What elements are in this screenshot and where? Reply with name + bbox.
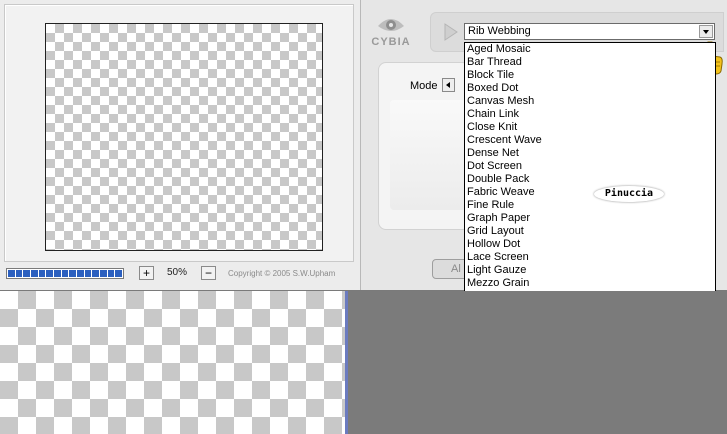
preset-select[interactable]: Rib Webbing — [464, 23, 715, 40]
dropdown-item[interactable]: Dense Net — [465, 147, 715, 160]
dropdown-item[interactable]: Boxed Dot — [465, 82, 715, 95]
dropdown-item[interactable]: Hollow Dot — [465, 238, 715, 251]
plugin-window: + 50% − Copyright © 2005 S.W.Upham CYBIA… — [0, 0, 727, 434]
dropdown-item[interactable]: Light Gauze — [465, 264, 715, 277]
logo-text: CYBIA — [371, 36, 411, 48]
progress-segment — [23, 270, 31, 277]
dropdown-item[interactable]: Double Pack — [465, 173, 715, 186]
mode-panel-inner — [390, 100, 466, 210]
dropdown-item[interactable]: Mezzo Grain — [465, 277, 715, 290]
progress-bar — [6, 268, 124, 279]
progress-segment — [107, 270, 115, 277]
mode-label: Mode — [410, 80, 438, 92]
copyright-text: Copyright © 2005 S.W.Upham — [228, 269, 336, 278]
progress-segment — [54, 270, 61, 277]
dropdown-item[interactable]: Fabric Weave — [465, 186, 715, 199]
progress-segment — [8, 270, 15, 277]
cybia-logo: CYBIA — [368, 12, 414, 56]
progress-segment — [77, 270, 84, 277]
progress-segment — [69, 270, 77, 277]
chevron-down-icon[interactable] — [699, 25, 713, 38]
preview-image[interactable] — [45, 23, 323, 251]
canvas-background — [348, 291, 727, 434]
canvas-checker — [0, 291, 345, 434]
dropdown-item[interactable]: Grid Layout — [465, 225, 715, 238]
dropdown-item[interactable]: Graph Paper — [465, 212, 715, 225]
dropdown-item[interactable]: Fine Rule — [465, 199, 715, 212]
preview-frame — [4, 4, 354, 262]
dropdown-item[interactable]: Aged Mosaic — [465, 43, 715, 56]
watermark: Pinuccia — [594, 186, 664, 202]
dropdown-item[interactable]: Dot Screen — [465, 160, 715, 173]
left-panel: + 50% − Copyright © 2005 S.W.Upham — [0, 0, 361, 290]
progress-segment — [84, 270, 92, 277]
zoom-in-button[interactable]: + — [139, 266, 154, 280]
dropdown-item[interactable]: Lace Screen — [465, 251, 715, 264]
dropdown-item[interactable]: Chain Link — [465, 108, 715, 121]
progress-segment — [46, 270, 54, 277]
dropdown-item[interactable]: Close Knit — [465, 121, 715, 134]
dropdown-item[interactable]: Block Tile — [465, 69, 715, 82]
progress-segment — [15, 270, 23, 277]
progress-segment — [100, 270, 107, 277]
mode-prev-button[interactable] — [442, 78, 455, 92]
dropdown-item[interactable]: Bar Thread — [465, 56, 715, 69]
progress-segment — [92, 270, 100, 277]
zoom-level: 50% — [167, 267, 188, 278]
preset-select-value: Rib Webbing — [468, 25, 531, 37]
progress-segment — [31, 270, 38, 277]
progress-segment — [61, 270, 69, 277]
dropdown-item[interactable]: Canvas Mesh — [465, 95, 715, 108]
progress-segment — [115, 270, 123, 277]
dropdown-item[interactable]: Crescent Wave — [465, 134, 715, 147]
progress-segment — [38, 270, 46, 277]
eye-icon — [378, 19, 404, 31]
play-icon[interactable] — [441, 22, 459, 42]
zoom-out-button[interactable]: − — [201, 266, 216, 280]
